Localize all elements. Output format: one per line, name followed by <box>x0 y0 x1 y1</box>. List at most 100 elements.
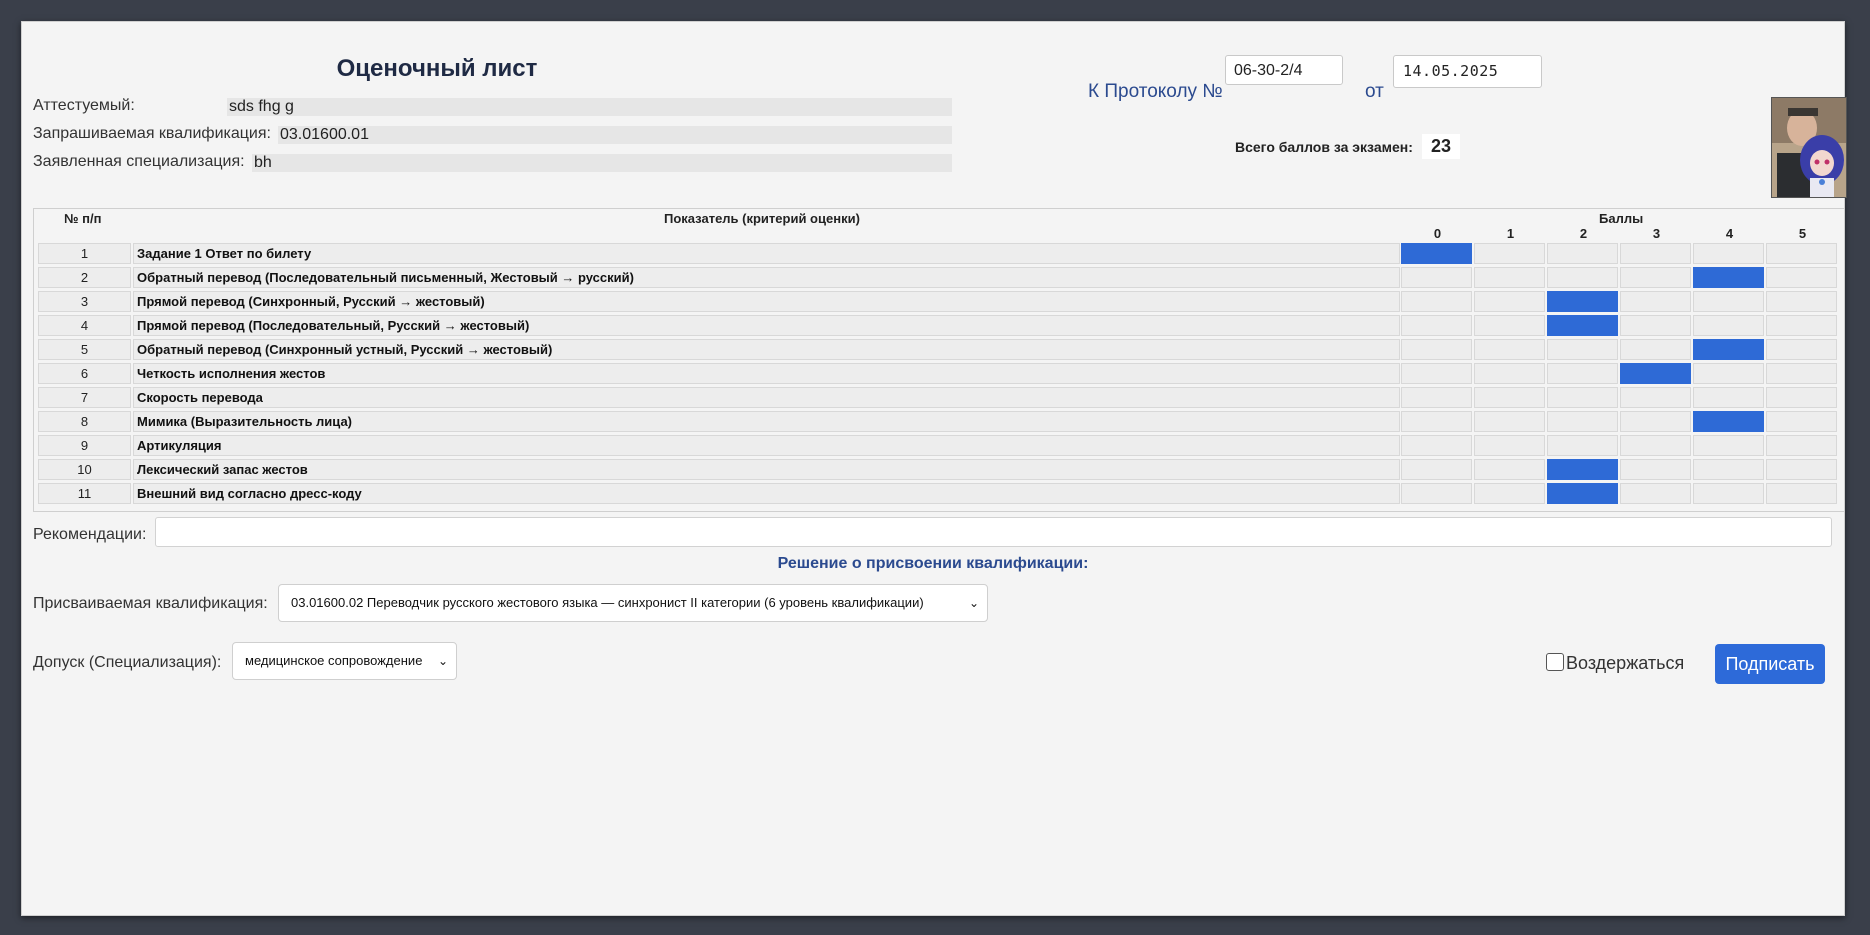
score-cell[interactable] <box>1474 267 1545 288</box>
score-cell[interactable] <box>1766 459 1837 480</box>
score-cell[interactable] <box>1620 483 1691 504</box>
recommendations-input[interactable] <box>155 517 1832 547</box>
score-cell[interactable] <box>1693 483 1764 504</box>
assign-qualification-select[interactable]: 03.01600.02 Переводчик русского жестовог… <box>278 584 988 622</box>
row-number: 9 <box>38 435 131 456</box>
score-cell[interactable] <box>1620 411 1691 432</box>
score-cell[interactable] <box>1620 459 1691 480</box>
score-cell[interactable] <box>1474 435 1545 456</box>
row-number: 2 <box>38 267 131 288</box>
protocol-date-field[interactable]: 14.05.2025 <box>1393 55 1542 88</box>
row-criterion: Обратный перевод (Последовательный письм… <box>133 267 1400 288</box>
score-cell[interactable] <box>1620 387 1691 408</box>
total-score-value: 23 <box>1422 134 1460 159</box>
row-criterion: Мимика (Выразительность лица) <box>133 411 1400 432</box>
score-cell[interactable] <box>1693 459 1764 480</box>
score-cell[interactable] <box>1547 267 1618 288</box>
score-cell[interactable] <box>1766 411 1837 432</box>
score-cell[interactable] <box>1547 339 1618 360</box>
score-cell[interactable] <box>1547 411 1618 432</box>
score-cell[interactable] <box>1547 243 1618 264</box>
admission-select[interactable]: медицинское сопровождение ⌄ <box>232 642 457 680</box>
score-cell[interactable] <box>1474 243 1545 264</box>
score-cell[interactable] <box>1693 315 1764 336</box>
score-cell[interactable] <box>1620 363 1691 384</box>
score-cell[interactable] <box>1693 363 1764 384</box>
assign-qualification-value: 03.01600.02 Переводчик русского жестовог… <box>291 595 924 610</box>
score-cell[interactable] <box>1401 459 1472 480</box>
score-cell[interactable] <box>1474 339 1545 360</box>
abstain-checkbox-group[interactable]: Воздержаться <box>1546 653 1684 674</box>
score-cell[interactable] <box>1474 387 1545 408</box>
score-cell[interactable] <box>1474 291 1545 312</box>
sign-button[interactable]: Подписать <box>1715 644 1825 684</box>
score-cell[interactable] <box>1766 315 1837 336</box>
decision-heading: Решение о присвоении квалификации: <box>777 555 1089 572</box>
score-cell[interactable] <box>1620 291 1691 312</box>
score-cell[interactable] <box>1474 315 1545 336</box>
score-cell[interactable] <box>1620 267 1691 288</box>
score-cell[interactable] <box>1401 243 1472 264</box>
qualification-value: 03.01600.01 <box>278 126 952 144</box>
admission-value: медицинское сопровождение <box>245 653 423 668</box>
score-cell[interactable] <box>1693 435 1764 456</box>
row-criterion: Внешний вид согласно дресс-коду <box>133 483 1400 504</box>
score-cell[interactable] <box>1766 339 1837 360</box>
specialization-value: bh <box>252 154 952 172</box>
score-cell[interactable] <box>1401 339 1472 360</box>
row-criterion: Обратный перевод (Синхронный устный, Рус… <box>133 339 1400 360</box>
score-cell[interactable] <box>1693 243 1764 264</box>
score-cell[interactable] <box>1693 411 1764 432</box>
score-cell[interactable] <box>1766 243 1837 264</box>
score-header: 0 <box>1433 226 1442 241</box>
score-cell[interactable] <box>1547 363 1618 384</box>
score-cell[interactable] <box>1474 483 1545 504</box>
score-cell[interactable] <box>1401 411 1472 432</box>
score-cell[interactable] <box>1620 339 1691 360</box>
score-cell[interactable] <box>1474 411 1545 432</box>
col-header-num: № п/п <box>64 211 102 226</box>
score-cell[interactable] <box>1401 435 1472 456</box>
score-cell[interactable] <box>1693 291 1764 312</box>
score-cell[interactable] <box>1693 267 1764 288</box>
score-cell[interactable] <box>1693 339 1764 360</box>
protocol-number-field[interactable]: 06-30-2/4 <box>1225 55 1343 85</box>
score-cell[interactable] <box>1620 315 1691 336</box>
row-criterion: Задание 1 Ответ по билету <box>133 243 1400 264</box>
score-header: 3 <box>1652 226 1661 241</box>
score-cell[interactable] <box>1766 483 1837 504</box>
row-number: 6 <box>38 363 131 384</box>
score-cell[interactable] <box>1766 291 1837 312</box>
score-cell[interactable] <box>1401 291 1472 312</box>
col-header-scores: Баллы <box>1599 211 1644 226</box>
abstain-label: Воздержаться <box>1566 653 1685 673</box>
score-cell[interactable] <box>1620 243 1691 264</box>
score-cell[interactable] <box>1547 291 1618 312</box>
score-header: 4 <box>1725 226 1734 241</box>
qualification-label: Запрашиваемая квалификация: <box>33 125 271 142</box>
score-cell[interactable] <box>1547 483 1618 504</box>
row-number: 3 <box>38 291 131 312</box>
score-cell[interactable] <box>1766 387 1837 408</box>
score-cell[interactable] <box>1547 459 1618 480</box>
score-cell[interactable] <box>1766 435 1837 456</box>
row-number: 8 <box>38 411 131 432</box>
score-cell[interactable] <box>1766 363 1837 384</box>
score-cell[interactable] <box>1401 387 1472 408</box>
score-cell[interactable] <box>1474 363 1545 384</box>
score-cell[interactable] <box>1620 435 1691 456</box>
score-header: 2 <box>1579 226 1588 241</box>
score-cell[interactable] <box>1547 435 1618 456</box>
score-cell[interactable] <box>1693 387 1764 408</box>
score-cell[interactable] <box>1474 459 1545 480</box>
score-cell[interactable] <box>1401 483 1472 504</box>
score-cell[interactable] <box>1766 267 1837 288</box>
score-cell[interactable] <box>1547 387 1618 408</box>
score-cell[interactable] <box>1401 267 1472 288</box>
score-cell[interactable] <box>1547 315 1618 336</box>
score-cell[interactable] <box>1401 363 1472 384</box>
criteria-table: № п/п Показатель (критерий оценки) Баллы… <box>33 208 1845 512</box>
abstain-checkbox[interactable] <box>1546 653 1564 671</box>
row-criterion: Скорость перевода <box>133 387 1400 408</box>
score-cell[interactable] <box>1401 315 1472 336</box>
